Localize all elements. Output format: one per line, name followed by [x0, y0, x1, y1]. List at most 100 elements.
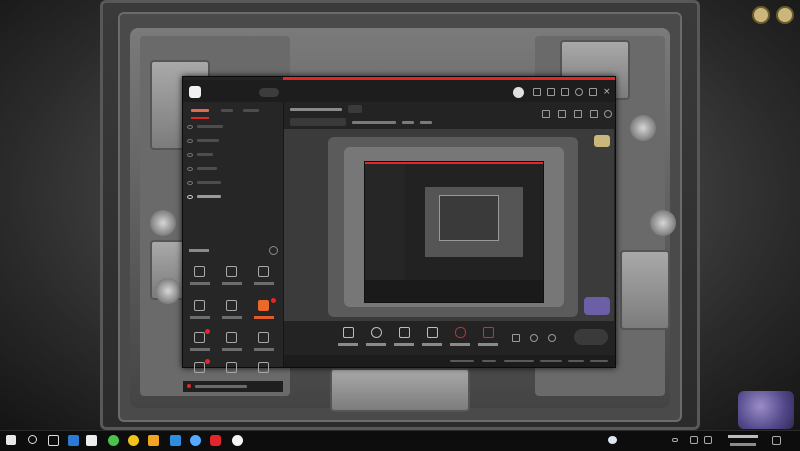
category-tag[interactable]	[290, 118, 346, 126]
tool-item[interactable]	[187, 330, 213, 358]
game-card	[620, 250, 670, 330]
record-icon[interactable]	[512, 334, 520, 342]
volume-icon[interactable]	[704, 436, 712, 444]
visibility-icon[interactable]	[187, 138, 193, 143]
nested-screenshot	[364, 161, 544, 303]
settings-icon[interactable]	[548, 334, 556, 342]
message-icon[interactable]	[533, 88, 541, 96]
store-icon[interactable]	[190, 435, 201, 446]
list-icon	[258, 332, 269, 343]
taskbar	[0, 430, 800, 451]
share-icon[interactable]	[604, 110, 612, 118]
notification-dot	[271, 298, 276, 303]
tool-label	[190, 316, 210, 319]
game-icon[interactable]	[210, 435, 221, 446]
triangle-icon	[258, 362, 269, 373]
wechat-icon[interactable]	[108, 435, 119, 446]
network-icon[interactable]	[690, 436, 698, 444]
scene-item[interactable]	[187, 150, 277, 159]
phone-icon	[399, 327, 410, 338]
control-button[interactable]	[448, 327, 472, 351]
speaker-icon	[483, 327, 494, 338]
scene-item[interactable]	[187, 178, 277, 187]
go-live-button[interactable]	[574, 329, 608, 345]
scene-item-active[interactable]	[187, 192, 277, 201]
mail-icon[interactable]	[170, 435, 181, 446]
scene-label	[197, 153, 213, 156]
visibility-icon[interactable]	[187, 124, 193, 129]
game-gem	[155, 278, 181, 304]
apps-icon[interactable]	[68, 435, 79, 446]
scene-item[interactable]	[187, 164, 277, 173]
hud-menu-icon[interactable]	[776, 6, 794, 24]
calendar-icon	[226, 332, 237, 343]
visibility-icon[interactable]	[187, 180, 193, 185]
hud-badge-icon[interactable]	[752, 6, 770, 24]
toolbar-icon[interactable]	[574, 110, 582, 118]
monitor-icon	[343, 327, 354, 338]
room-id	[352, 121, 396, 124]
control-button[interactable]	[420, 327, 444, 351]
scene-label	[197, 125, 223, 128]
toolbox-more-icon[interactable]	[269, 246, 278, 255]
stream-preview[interactable]	[284, 129, 614, 321]
tool-item[interactable]	[251, 264, 277, 292]
control-button[interactable]	[392, 327, 416, 351]
visibility-icon[interactable]	[187, 194, 193, 199]
visibility-icon[interactable]	[187, 152, 193, 157]
tool-item[interactable]	[187, 264, 213, 292]
maximize-icon[interactable]	[589, 88, 597, 96]
chevron-up-icon[interactable]	[672, 438, 678, 442]
control-button[interactable]	[364, 327, 388, 351]
taskview-icon[interactable]	[48, 435, 59, 446]
settings-icon[interactable]	[561, 88, 569, 96]
clock[interactable]	[728, 433, 764, 449]
preview-badge-icon	[594, 135, 610, 147]
scene-item[interactable]	[187, 136, 277, 145]
gift-icon[interactable]	[547, 88, 555, 96]
scene-label	[197, 139, 219, 142]
folder-icon[interactable]	[148, 435, 159, 446]
notification-icon[interactable]	[590, 110, 598, 118]
notification-center-icon[interactable]	[772, 436, 781, 445]
minimize-icon[interactable]	[575, 88, 583, 96]
logo-icon	[189, 86, 201, 98]
tool-label	[254, 282, 274, 285]
streaming-app-window: ×	[182, 76, 616, 392]
close-icon[interactable]: ×	[603, 88, 611, 97]
tab-more[interactable]	[243, 106, 265, 116]
tool-label	[254, 348, 274, 351]
status-item	[450, 360, 474, 362]
tab-text-placeholder	[221, 109, 233, 112]
tab-sound[interactable]	[221, 106, 237, 116]
search-icon[interactable]	[28, 435, 37, 444]
scene-item[interactable]	[187, 122, 277, 131]
camera-icon	[371, 327, 382, 338]
toolbar-icon[interactable]	[558, 110, 566, 118]
tool-item[interactable]	[251, 330, 277, 358]
version-badge[interactable]	[259, 88, 279, 97]
tab-text-placeholder	[243, 109, 259, 112]
avatar[interactable]	[513, 87, 524, 98]
status-item	[482, 360, 496, 362]
tool-item[interactable]	[219, 298, 245, 326]
edge-icon[interactable]	[86, 435, 97, 446]
tab-scenes[interactable]	[191, 106, 213, 119]
chrome-icon[interactable]	[128, 435, 139, 446]
tool-item[interactable]	[219, 264, 245, 292]
tool-label	[222, 316, 242, 319]
chart-icon	[226, 362, 237, 373]
windows-icon[interactable]	[6, 435, 16, 445]
control-button[interactable]	[336, 327, 360, 351]
weather-icon[interactable]	[608, 436, 617, 444]
apps-icon	[258, 300, 269, 311]
timer-icon[interactable]	[530, 334, 538, 342]
clock-date	[730, 443, 756, 446]
edit-title-button[interactable]	[348, 105, 362, 113]
media-icon[interactable]	[232, 435, 243, 446]
control-button[interactable]	[476, 327, 500, 351]
tool-item[interactable]	[219, 330, 245, 358]
toolbar-icon[interactable]	[542, 110, 550, 118]
visibility-icon[interactable]	[187, 166, 193, 171]
tool-item[interactable]	[187, 298, 213, 326]
